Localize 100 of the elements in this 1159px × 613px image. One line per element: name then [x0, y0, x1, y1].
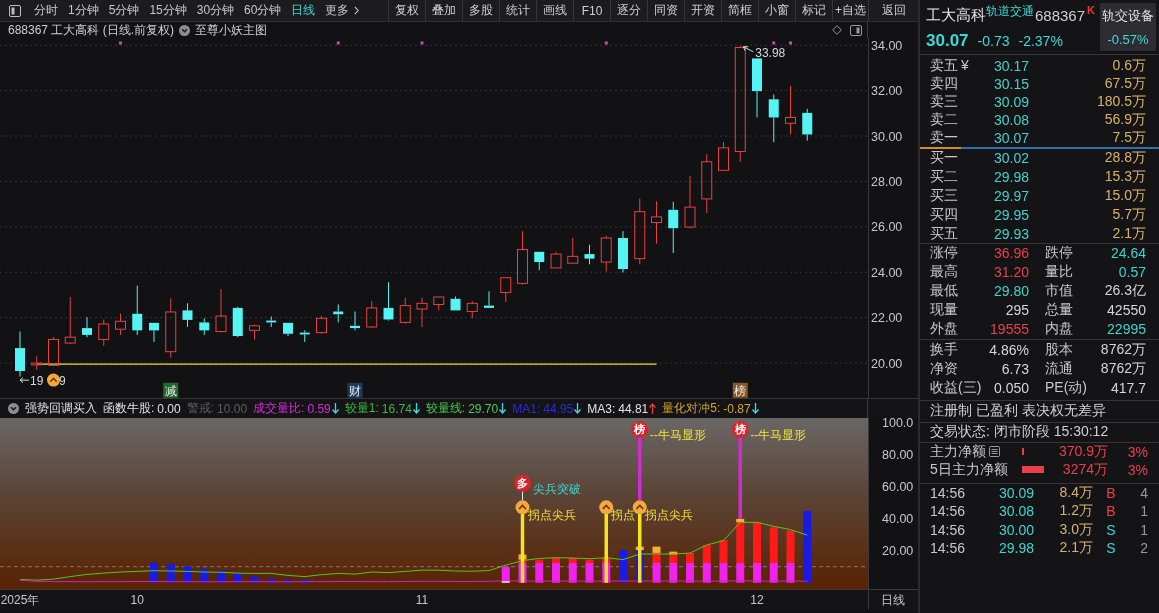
event-tag: 财 — [347, 382, 363, 398]
order-volume: 15.3万 — [1103, 168, 1146, 187]
price-label: 33.98 — [755, 45, 786, 60]
axis-label: 20.00 — [882, 544, 914, 559]
stat-label: 股本 — [1045, 341, 1074, 360]
readout-label: 警戒: — [186, 400, 215, 417]
order-label: 买二 — [930, 168, 958, 187]
signal-badge: 多 — [514, 474, 531, 492]
order-price: 30.09 — [992, 94, 1029, 110]
axis-label: 10 — [130, 593, 144, 607]
stat-value: 417.7 — [1109, 380, 1146, 397]
signal-label: --牛马显形 — [649, 428, 706, 443]
order-label: 买四 — [930, 205, 958, 224]
readout-label: 较量线: — [425, 400, 466, 417]
stat-label: 净资 — [930, 360, 959, 379]
order-volume: 180.5万 — [1095, 93, 1146, 111]
stat-label: 内盘 — [1045, 320, 1074, 339]
order-price: 29.98 — [992, 169, 1029, 186]
readout-label: 成交量比: — [253, 400, 305, 417]
order-price: 29.97 — [992, 188, 1029, 204]
axis-label: 80.00 — [882, 447, 914, 462]
order-volume: 2.1万 — [1111, 224, 1146, 243]
period-label: 日线 — [881, 593, 905, 607]
stat-label: 最低 — [930, 282, 959, 301]
axis-label: 34.00 — [871, 38, 903, 53]
stat-value: 42550 — [1106, 302, 1146, 319]
trade-price: 29.98 — [997, 540, 1034, 556]
order-price: 30.08 — [992, 112, 1029, 128]
axis-label: 26.00 — [871, 220, 903, 235]
stat-value: 8762万 — [1099, 360, 1146, 379]
trade-side: S — [1105, 540, 1117, 556]
order-label: 买五 — [930, 224, 958, 243]
readout-value: 0.00 — [157, 401, 181, 416]
trade-time: 14:56 — [930, 521, 967, 538]
axis-label: 30.00 — [871, 129, 903, 144]
industry-name: 轨交设备 — [1102, 6, 1154, 25]
readout-value: 16.74 — [381, 401, 412, 416]
signal-label: 拐点尖兵 — [527, 508, 576, 523]
price-label: 9 — [59, 373, 66, 388]
trade-volume: 2.1万 — [1058, 539, 1093, 557]
trade-volume: 1.2万 — [1058, 502, 1093, 521]
stat-value: 0.57 — [1117, 264, 1146, 281]
signal-badge: 榜 — [631, 420, 649, 438]
axis-label: 12 — [750, 593, 764, 607]
readout-label: 函数牛股: — [103, 400, 155, 417]
price-change: -0.73 — [977, 33, 1010, 49]
axis-label: 40.00 — [882, 512, 914, 527]
order-label: 卖四 — [930, 75, 958, 93]
axis-label: 28.00 — [871, 174, 903, 189]
trade-side: B — [1105, 503, 1117, 520]
stat-label: 外盘 — [930, 320, 959, 339]
order-price: 30.02 — [992, 150, 1029, 167]
stat-label: 量比 — [1045, 263, 1074, 282]
flow-label: 5日主力净额 — [930, 461, 1008, 479]
stat-value: 4.86% — [988, 342, 1029, 359]
trade-count: 1 — [1139, 503, 1148, 520]
signal-label: 拐点尖兵 — [644, 508, 693, 523]
listing-tags: 注册制 已盈利 表决权无差异 — [930, 402, 1106, 421]
order-price: 30.15 — [992, 76, 1029, 92]
trade-count: 4 — [1139, 485, 1148, 502]
stat-value: 29.80 — [992, 283, 1029, 300]
stat-label: 跌停 — [1045, 244, 1074, 263]
stat-label: 涨停 — [930, 244, 959, 263]
axis-label: 2025年 — [0, 593, 40, 607]
stock-code: 688367 — [1035, 6, 1086, 24]
stat-value: 0.050 — [992, 380, 1029, 397]
stock-name: 工大高科 — [926, 5, 986, 25]
axis-label: 11 — [415, 593, 429, 607]
order-label: 卖五 — [930, 57, 958, 75]
readout-value: -0.87 — [723, 401, 751, 416]
readout-label: MA1: — [512, 401, 541, 416]
signal-label: 拐点 — [611, 508, 636, 523]
flow-label: 主力净额 — [930, 443, 986, 461]
order-label: 卖三 — [930, 93, 958, 111]
stat-label: 总量 — [1045, 301, 1074, 320]
order-price: 29.93 — [992, 225, 1029, 242]
trade-price: 30.00 — [997, 521, 1034, 538]
trade-time: 14:56 — [930, 485, 967, 502]
order-label: 买三 — [930, 187, 958, 205]
stat-label: 市值 — [1045, 282, 1074, 301]
price-label: 19 — [30, 373, 44, 388]
stat-value: 8762万 — [1099, 341, 1146, 360]
order-price: 30.17 — [992, 58, 1029, 74]
readout-value: 0.59 — [307, 401, 331, 416]
order-label: 买一 — [930, 149, 958, 168]
readout-label: MA3: — [587, 401, 616, 416]
signal-label: --牛马显形 — [750, 428, 807, 443]
order-volume: 67.5万 — [1103, 75, 1146, 93]
order-volume: 5.7万 — [1111, 205, 1146, 224]
stat-value: 36.96 — [992, 245, 1029, 262]
readout-label: 量化对冲5: — [662, 400, 721, 417]
trade-side: S — [1105, 521, 1117, 538]
trade-volume: 8.4万 — [1058, 484, 1093, 503]
axis-label: 100.0 — [882, 418, 914, 430]
stat-value: 22995 — [1106, 321, 1146, 338]
stat-value: 19555 — [989, 321, 1029, 338]
trade-time: 14:56 — [930, 503, 967, 520]
readout-label: 较量1: — [344, 400, 379, 417]
stat-label: 收益(三) — [930, 379, 980, 398]
stat-label: 现量 — [930, 301, 959, 320]
